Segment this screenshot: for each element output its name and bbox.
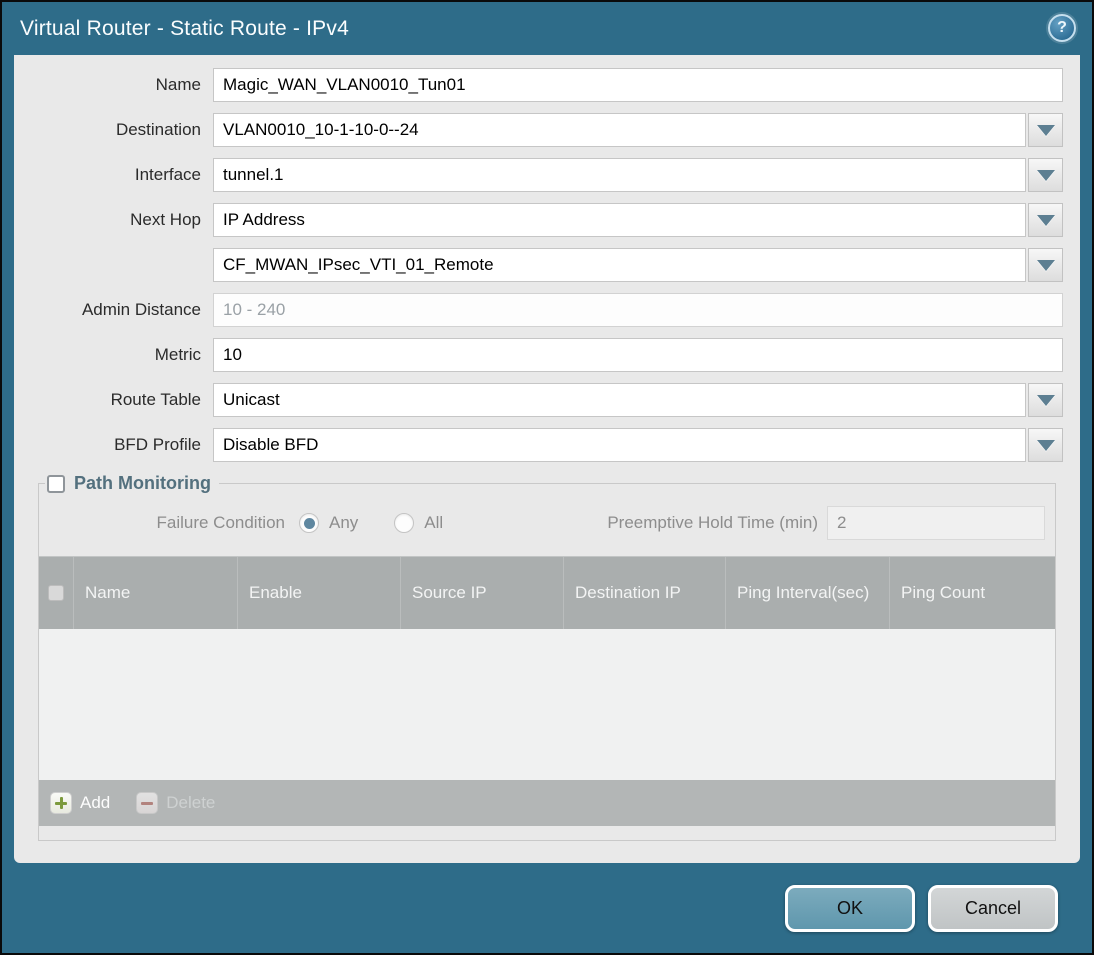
add-button[interactable]: Add <box>50 792 110 814</box>
failure-condition-any-label: Any <box>329 513 359 532</box>
column-header-name: Name <box>74 557 238 629</box>
form-row-interface: Interface <box>14 158 1063 192</box>
dialog-footer: OK Cancel <box>2 863 1092 953</box>
delete-button-label: Delete <box>166 793 216 812</box>
form-row-next-hop: Next Hop <box>14 203 1063 237</box>
add-button-label: Add <box>80 793 111 812</box>
select-all-header-cell <box>39 557 74 629</box>
interface-dropdown-button[interactable] <box>1028 158 1063 192</box>
column-header-source-ip: Source IP <box>401 557 564 629</box>
metric-input[interactable] <box>213 338 1063 372</box>
form-row-destination: Destination <box>14 113 1063 147</box>
minus-icon <box>136 792 159 814</box>
delete-button[interactable]: Delete <box>136 792 215 814</box>
preemptive-hold-time-label: Preemptive Hold Time (min) <box>607 513 818 532</box>
cancel-button[interactable]: Cancel <box>928 884 1058 932</box>
destination-input[interactable] <box>213 113 1026 147</box>
bfd-profile-label: BFD Profile <box>114 435 201 454</box>
column-header-ping-count: Ping Count <box>901 582 986 602</box>
preemptive-hold-time-input[interactable] <box>827 506 1045 540</box>
metric-label: Metric <box>154 345 201 364</box>
dialog-titlebar: Virtual Router - Static Route - IPv4 ? <box>2 2 1092 55</box>
name-input[interactable] <box>213 68 1063 102</box>
table-header-row: Name Enable Source IP Destination IP Pin… <box>39 557 1055 629</box>
path-monitoring-title: Path Monitoring <box>74 473 211 493</box>
next-hop-type-input[interactable] <box>213 203 1026 237</box>
next-hop-type-dropdown-button[interactable] <box>1028 203 1063 237</box>
failure-condition-any-radio[interactable] <box>299 513 319 533</box>
admin-distance-input[interactable] <box>213 293 1063 327</box>
next-hop-address-dropdown-button[interactable] <box>1028 248 1063 282</box>
path-monitoring-section: Path Monitoring Failure Condition Any Al… <box>38 473 1056 841</box>
bfd-profile-dropdown-button[interactable] <box>1028 428 1063 462</box>
table-body-empty <box>39 629 1055 780</box>
ok-button[interactable]: OK <box>785 884 915 932</box>
form-row-route-table: Route Table <box>14 383 1063 417</box>
route-table-input[interactable] <box>213 383 1026 417</box>
next-hop-label: Next Hop <box>130 210 201 229</box>
plus-icon <box>50 792 72 814</box>
name-label: Name <box>155 75 201 94</box>
path-monitoring-legend: Path Monitoring <box>45 473 219 494</box>
admin-distance-label: Admin Distance <box>81 300 201 319</box>
failure-condition-all-label: All <box>424 513 444 532</box>
destination-dropdown-button[interactable] <box>1028 113 1063 147</box>
dialog-title: Virtual Router - Static Route - IPv4 <box>20 16 349 40</box>
column-header-ping-interval: Ping Interval(sec) <box>726 557 890 629</box>
form-row-name: Name <box>14 68 1063 102</box>
route-table-dropdown-button[interactable] <box>1028 383 1063 417</box>
path-monitoring-table: Name Enable Source IP Destination IP Pin… <box>39 556 1055 826</box>
static-route-dialog: Virtual Router - Static Route - IPv4 ? N… <box>0 0 1094 955</box>
column-header-destination-ip: Destination IP <box>564 557 726 629</box>
failure-condition-row: Failure Condition Any All Preemptive Hol… <box>39 506 1045 540</box>
form-row-metric: Metric <box>14 338 1063 372</box>
help-icon[interactable]: ? <box>1048 14 1076 42</box>
path-monitoring-checkbox[interactable] <box>47 474 65 493</box>
failure-condition-label: Failure Condition <box>156 513 285 532</box>
interface-input[interactable] <box>213 158 1026 192</box>
failure-condition-all-radio[interactable] <box>394 513 415 533</box>
dialog-body: Name Destination Interface Next Hop <box>14 55 1080 863</box>
destination-label: Destination <box>115 120 201 139</box>
select-all-checkbox[interactable] <box>48 585 64 601</box>
route-table-label: Route Table <box>110 390 201 409</box>
form-row-admin-distance: Admin Distance <box>14 293 1063 327</box>
interface-label: Interface <box>134 165 201 184</box>
form-row-bfd-profile: BFD Profile <box>14 428 1063 462</box>
next-hop-address-input[interactable] <box>213 248 1026 282</box>
bfd-profile-input[interactable] <box>213 428 1026 462</box>
column-header-enable: Enable <box>238 557 401 629</box>
form-row-next-hop-address <box>14 248 1063 282</box>
table-toolbar: Add Delete <box>39 780 1055 826</box>
